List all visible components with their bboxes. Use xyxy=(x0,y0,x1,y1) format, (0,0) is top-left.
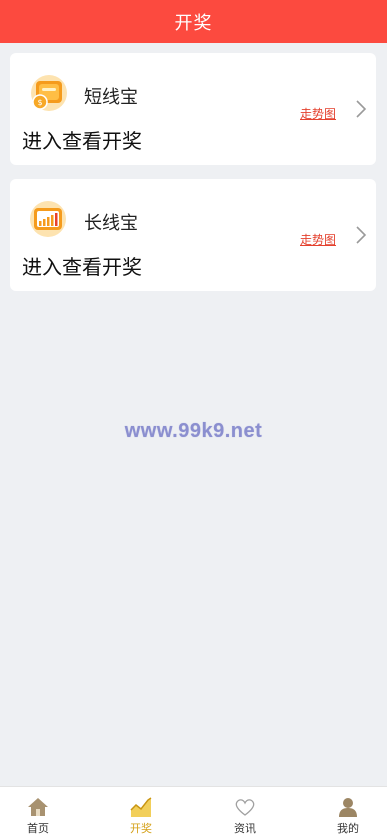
bottom-tab-bar: 首页 开奖 资讯 我的 xyxy=(0,786,387,839)
chevron-right-icon[interactable] xyxy=(354,224,368,246)
tab-label: 资讯 xyxy=(234,822,256,835)
enter-draw-link[interactable]: 进入查看开奖 xyxy=(22,125,142,154)
card-name: 短线宝 xyxy=(84,87,138,108)
trend-chart-icon xyxy=(130,796,152,818)
tab-news[interactable]: 资讯 xyxy=(215,787,275,839)
tab-mine[interactable]: 我的 xyxy=(318,787,378,839)
svg-text:$: $ xyxy=(37,98,42,107)
tab-home[interactable]: 首页 xyxy=(8,787,68,839)
enter-draw-link[interactable]: 进入查看开奖 xyxy=(22,251,142,280)
bar-chart-icon xyxy=(28,199,68,239)
tab-lottery[interactable]: 开奖 xyxy=(111,787,171,839)
tab-label: 开奖 xyxy=(130,822,152,835)
user-icon xyxy=(337,796,359,818)
card-name: 长线宝 xyxy=(84,213,138,234)
trend-chart-link[interactable]: 走势图 xyxy=(300,231,336,248)
tab-label: 首页 xyxy=(27,822,49,835)
heart-icon xyxy=(234,796,256,818)
long-line-card[interactable]: 长线宝 进入查看开奖 走势图 xyxy=(10,179,376,291)
watermark-text: www.99k9.net xyxy=(124,420,263,442)
short-line-card[interactable]: $ 短线宝 进入查看开奖 走势图 xyxy=(10,53,376,165)
coin-stack-icon: $ xyxy=(28,73,68,113)
tab-label: 我的 xyxy=(337,822,359,835)
home-icon xyxy=(27,796,49,818)
page-title: 开奖 xyxy=(174,12,213,34)
chevron-right-icon[interactable] xyxy=(354,98,368,120)
trend-chart-link[interactable]: 走势图 xyxy=(300,105,336,122)
header-bar: 开奖 xyxy=(0,0,387,43)
